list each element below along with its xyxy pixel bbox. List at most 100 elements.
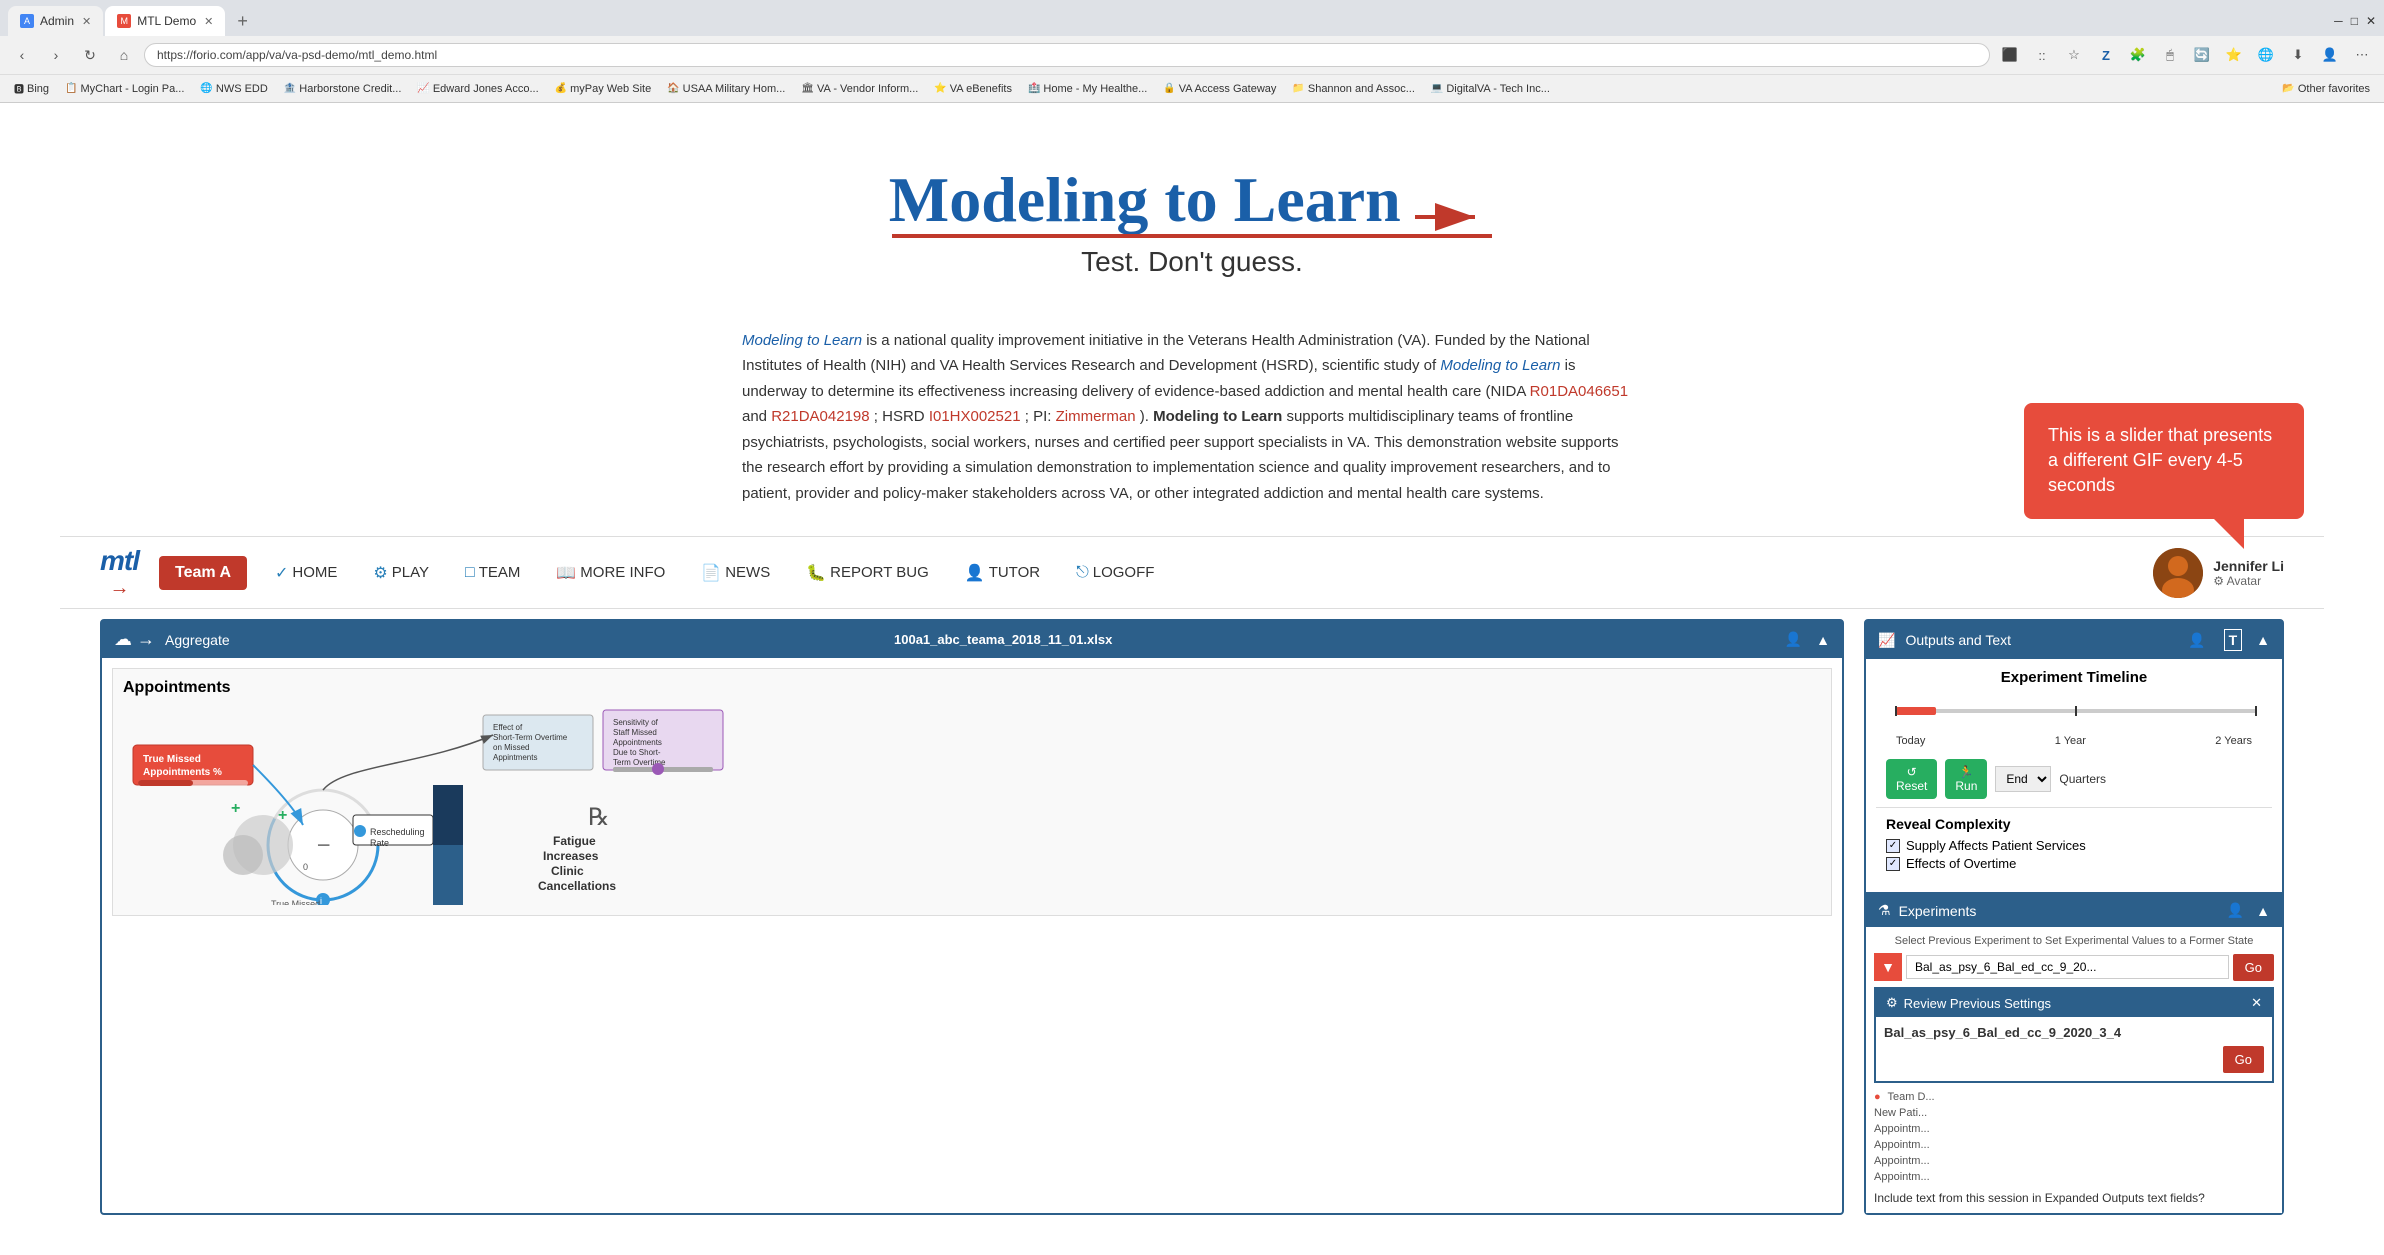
bookmark-edward[interactable]: 📈Edward Jones Acco... bbox=[411, 81, 544, 97]
nav-logoff[interactable]: ⎋ LOGOFF bbox=[1068, 560, 1162, 586]
tab-close-admin[interactable]: ✕ bbox=[82, 15, 91, 28]
edward-icon: 📈 bbox=[417, 83, 429, 94]
bookmark-va-vendor[interactable]: 🏛VA - Vendor Inform... bbox=[795, 81, 924, 97]
bookmark-bing[interactable]: 🅱Bing bbox=[8, 79, 55, 98]
svg-text:Sensitivity of: Sensitivity of bbox=[613, 718, 659, 727]
experiment-timeline: Experiment Timeline Today 1 Year 2 Years bbox=[1866, 659, 2282, 892]
tab-mtl[interactable]: M MTL Demo ✕ bbox=[105, 6, 225, 36]
aggregate-cloud-icon: ☁ → bbox=[114, 629, 155, 650]
nav-play[interactable]: ⚙ PLAY bbox=[365, 559, 437, 587]
outputs-expand-icon[interactable]: ▲ bbox=[2256, 632, 2270, 648]
exp-go-button[interactable]: Go bbox=[2233, 954, 2274, 981]
new-tab-button[interactable]: + bbox=[231, 11, 254, 32]
title-text: Modeling to Learn bbox=[889, 163, 1401, 237]
description-pi: ; PI: bbox=[1025, 408, 1056, 425]
usaa-icon: 🏠 bbox=[667, 83, 679, 94]
exp-list-item-5: Appointm... bbox=[1874, 1153, 2274, 1169]
bookmark-icon[interactable]: ⭐ bbox=[2220, 41, 2248, 69]
outputs-text-icon: T bbox=[2224, 629, 2243, 651]
reset-button[interactable]: ↺ Reset bbox=[1886, 759, 1937, 799]
reset-icon: ↺ bbox=[1907, 765, 1917, 779]
bookmark-myhealthe[interactable]: 🏥Home - My Healthe... bbox=[1022, 81, 1153, 97]
bookmark-usaa[interactable]: 🏠USAA Military Hom... bbox=[661, 81, 791, 97]
review-go-button[interactable]: Go bbox=[2223, 1046, 2264, 1073]
checkbox-overtime[interactable]: ✓ bbox=[1886, 857, 1900, 871]
more-icon[interactable]: ⋯ bbox=[2348, 41, 2376, 69]
bookmark-other-favorites[interactable]: 📂Other favorites bbox=[2276, 81, 2376, 97]
svg-text:True Missed: True Missed bbox=[271, 899, 320, 905]
bookmark-mypay[interactable]: 💰myPay Web Site bbox=[549, 81, 658, 97]
dropdown-arrow-icon: ▼ bbox=[1874, 953, 1902, 981]
exp-dropdown[interactable]: Bal_as_psy_6_Bal_ed_cc_9_20... bbox=[1906, 955, 2229, 979]
review-close-icon[interactable]: ✕ bbox=[2251, 995, 2262, 1011]
review-go-container: Go bbox=[1884, 1046, 2264, 1073]
tab-favicon-admin: A bbox=[20, 14, 34, 28]
close-icon[interactable]: ✕ bbox=[2366, 14, 2376, 28]
description-italic-2: Modeling to Learn bbox=[1440, 357, 1560, 374]
run-button[interactable]: 🏃 Run bbox=[1945, 759, 1987, 799]
nav-play-label: PLAY bbox=[392, 564, 429, 581]
puzzle-icon[interactable]: 🧩 bbox=[2124, 41, 2152, 69]
page-content: Modeling to Learn Test. Don't guess. Mod… bbox=[0, 103, 2384, 1255]
tab-admin[interactable]: A Admin ✕ bbox=[8, 6, 103, 36]
svg-text:Appointments: Appointments bbox=[613, 738, 662, 747]
nav-team[interactable]: □ TEAM bbox=[457, 560, 528, 586]
svg-text:+: + bbox=[278, 807, 287, 824]
bookmark-nws[interactable]: 🌐NWS EDD bbox=[194, 81, 273, 97]
checkbox-supply[interactable]: ✓ bbox=[1886, 839, 1900, 853]
svg-text:Due to Short-: Due to Short- bbox=[613, 748, 661, 757]
experiments-panel: ⚗ Experiments 👤 ▲ Select Previous Experi… bbox=[1866, 892, 2282, 1213]
globe-icon[interactable]: 🌐 bbox=[2252, 41, 2280, 69]
link-zimmerman[interactable]: Zimmerman bbox=[1056, 408, 1136, 425]
link-i01[interactable]: I01HX002521 bbox=[929, 408, 1021, 425]
url-box[interactable]: https://forio.com/app/va/va-psd-demo/mtl… bbox=[144, 43, 1990, 67]
experiments-user-icon: 👤 bbox=[2227, 902, 2244, 919]
link-r01[interactable]: R01DA046651 bbox=[1530, 383, 1628, 400]
grid-icon[interactable]: :: bbox=[2028, 41, 2056, 69]
bookmark-digitalva[interactable]: 💻DigitalVA - Tech Inc... bbox=[1425, 81, 1556, 97]
back-button[interactable]: ‹ bbox=[8, 41, 36, 69]
minimize-icon[interactable]: ─ bbox=[2334, 14, 2343, 28]
nav-tutor-label: TUTOR bbox=[989, 564, 1040, 581]
maximize-icon[interactable]: □ bbox=[2351, 14, 2358, 28]
exp-select-label: Select Previous Experiment to Set Experi… bbox=[1874, 935, 2274, 947]
ebenefits-icon: ⭐ bbox=[934, 83, 946, 94]
reveal-title: Reveal Complexity bbox=[1886, 816, 2262, 832]
tab-close-mtl[interactable]: ✕ bbox=[204, 15, 213, 28]
panel-expand-icon[interactable]: ▲ bbox=[1816, 632, 1830, 648]
refresh-icon[interactable]: 🔄 bbox=[2188, 41, 2216, 69]
cast-icon[interactable]: ⬛ bbox=[1996, 41, 2024, 69]
experiments-expand-icon[interactable]: ▲ bbox=[2256, 903, 2270, 919]
zap-icon[interactable]: Z bbox=[2092, 41, 2120, 69]
bookmark-shannon[interactable]: 📁Shannon and Assoc... bbox=[1286, 81, 1420, 97]
exp-team-d: Team D... bbox=[1888, 1091, 1935, 1103]
star-icon[interactable]: ☆ bbox=[2060, 41, 2088, 69]
download-icon[interactable]: ⬇ bbox=[2284, 41, 2312, 69]
other-favorites-icon: 📂 bbox=[2282, 83, 2294, 94]
logoff-door-icon: ⎋ bbox=[1076, 564, 1089, 582]
nav-report-bug[interactable]: 🐛 REPORT BUG bbox=[798, 559, 937, 587]
home-button[interactable]: ⌂ bbox=[110, 41, 138, 69]
nav-home[interactable]: ✓ HOME bbox=[267, 559, 345, 587]
link-r21[interactable]: R21DA042198 bbox=[771, 408, 869, 425]
bookmark-mychart[interactable]: 📋MyChart - Login Pa... bbox=[59, 81, 190, 97]
nav-news[interactable]: 📄 NEWS bbox=[693, 559, 778, 587]
appointments-section: Appointments True Missed Appointments % bbox=[112, 668, 1832, 916]
bookmark-ebenefits[interactable]: ⭐VA eBenefits bbox=[928, 81, 1018, 97]
profile-icon[interactable]: 👤 bbox=[2316, 41, 2344, 69]
forward-button[interactable]: › bbox=[42, 41, 70, 69]
outputs-user-icon: 👤 bbox=[2188, 632, 2205, 649]
cursor-icon[interactable]: 🖱 bbox=[2156, 41, 2184, 69]
reload-button[interactable]: ↻ bbox=[76, 41, 104, 69]
svg-text:0: 0 bbox=[303, 862, 308, 872]
subtitle-text: Test. Don't guess. bbox=[60, 246, 2324, 278]
end-select[interactable]: End bbox=[1995, 766, 2051, 792]
panel-aggregate-body: Appointments True Missed Appointments % bbox=[102, 658, 1842, 926]
nav-tutor[interactable]: 👤 TUTOR bbox=[957, 559, 1048, 587]
bookmark-access-gateway[interactable]: 🔒VA Access Gateway bbox=[1157, 81, 1282, 97]
bookmark-harborstone[interactable]: 🏦Harborstone Credit... bbox=[278, 81, 408, 97]
description-italic-1: Modeling to Learn bbox=[742, 332, 862, 349]
reset-label: Reset bbox=[1896, 779, 1927, 793]
svg-text:Appintments: Appintments bbox=[493, 753, 537, 762]
nav-more-info[interactable]: 📖 MORE INFO bbox=[548, 559, 673, 587]
